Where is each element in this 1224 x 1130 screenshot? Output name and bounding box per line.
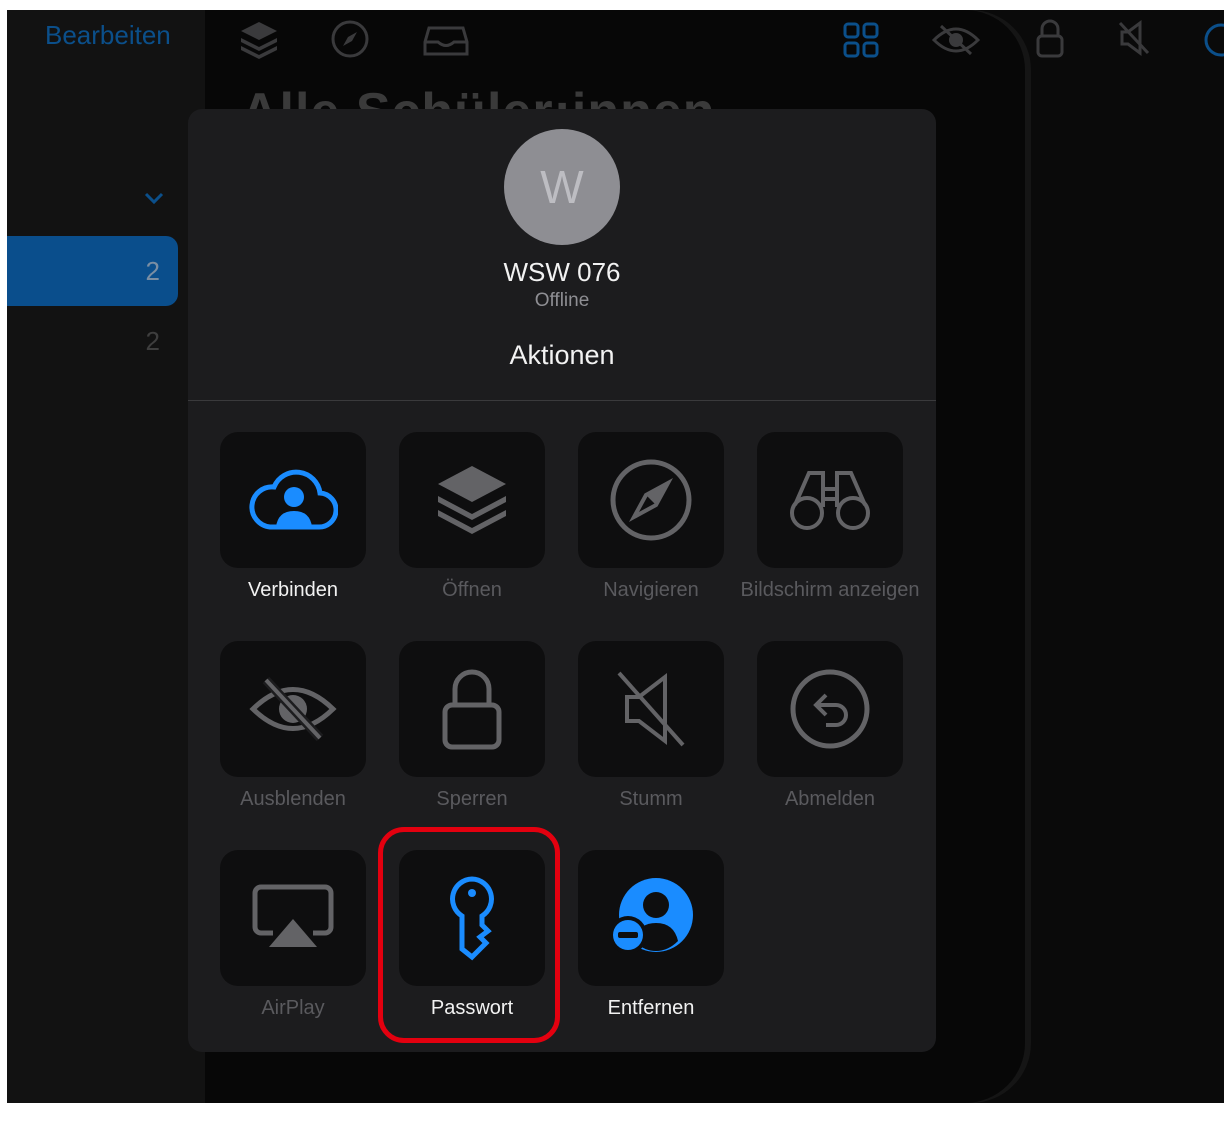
tile-icon-box <box>220 432 366 568</box>
action-connect-button[interactable]: Verbinden <box>203 432 383 632</box>
device-status: Offline <box>534 290 590 311</box>
cloud-person-icon <box>249 469 338 530</box>
action-logout-button[interactable]: Abmelden <box>740 641 920 841</box>
eye-slash-icon <box>249 676 337 742</box>
tile-icon-box <box>578 850 724 986</box>
action-mute-button[interactable]: Stumm <box>561 641 741 841</box>
action-label: Navigieren <box>603 579 699 601</box>
more-icon[interactable] <box>1203 22 1224 58</box>
chevron-down-icon[interactable] <box>143 190 165 211</box>
action-label: Stumm <box>619 788 683 810</box>
action-airplay-button[interactable]: AirPlay <box>203 850 383 1050</box>
compass-icon <box>610 459 692 541</box>
layers-icon <box>438 466 506 534</box>
action-show-screen-button[interactable]: Bildschirm anzeigen <box>740 432 920 632</box>
lock-icon[interactable] <box>1035 18 1065 58</box>
sidebar-item-selected[interactable]: 2 <box>7 236 178 306</box>
edit-button[interactable]: Bearbeiten <box>45 20 171 51</box>
eye-slash-icon[interactable] <box>931 24 981 56</box>
sidebar-item-count: 2 <box>145 326 160 356</box>
action-navigate-button[interactable]: Navigieren <box>561 432 741 632</box>
grid-icon[interactable] <box>843 22 879 58</box>
highlight-frame <box>378 827 560 1043</box>
action-label: Verbinden <box>247 579 339 601</box>
lock-icon <box>442 669 502 750</box>
speaker-mute-icon <box>617 671 685 747</box>
tile-icon-box <box>578 641 724 777</box>
action-label: Öffnen <box>442 579 502 601</box>
action-label: Sperren <box>436 788 508 810</box>
action-label: Ausblenden <box>240 788 346 810</box>
action-label: AirPlay <box>261 997 325 1019</box>
speaker-mute-icon[interactable] <box>1117 20 1151 56</box>
tile-icon-box <box>757 432 903 568</box>
compass-icon[interactable] <box>329 18 371 60</box>
action-remove-button[interactable]: Entfernen <box>561 850 741 1050</box>
tile-icon-box <box>399 432 545 568</box>
tile-icon-box <box>578 432 724 568</box>
person-remove-icon <box>609 878 693 954</box>
action-label: Bildschirm anzeigen <box>740 579 920 601</box>
action-open-button[interactable]: Öffnen <box>382 432 562 632</box>
action-label: Entfernen <box>607 997 695 1019</box>
avatar: W <box>504 129 620 245</box>
divider <box>188 400 936 401</box>
device-name: WSW 076 <box>503 257 621 287</box>
action-lock-button[interactable]: Sperren <box>382 641 562 841</box>
tile-icon-box <box>757 641 903 777</box>
action-hide-button[interactable]: Ausblenden <box>203 641 383 841</box>
tile-icon-box <box>399 641 545 777</box>
tray-icon[interactable] <box>423 22 469 58</box>
logout-icon <box>790 669 870 749</box>
airplay-icon <box>252 884 334 947</box>
actions-title: Aktionen <box>509 340 615 370</box>
tile-icon-box <box>220 850 366 986</box>
sidebar <box>7 10 205 1103</box>
tile-icon-box <box>220 641 366 777</box>
layers-icon[interactable] <box>237 18 281 62</box>
actions-popover: W WSW 076 Offline Aktionen Verbinden Öff… <box>188 109 936 1052</box>
binoculars-icon <box>790 471 870 530</box>
sidebar-item[interactable]: 2 <box>7 306 178 376</box>
sidebar-item-count: 2 <box>145 256 160 286</box>
action-label: Abmelden <box>784 788 876 810</box>
